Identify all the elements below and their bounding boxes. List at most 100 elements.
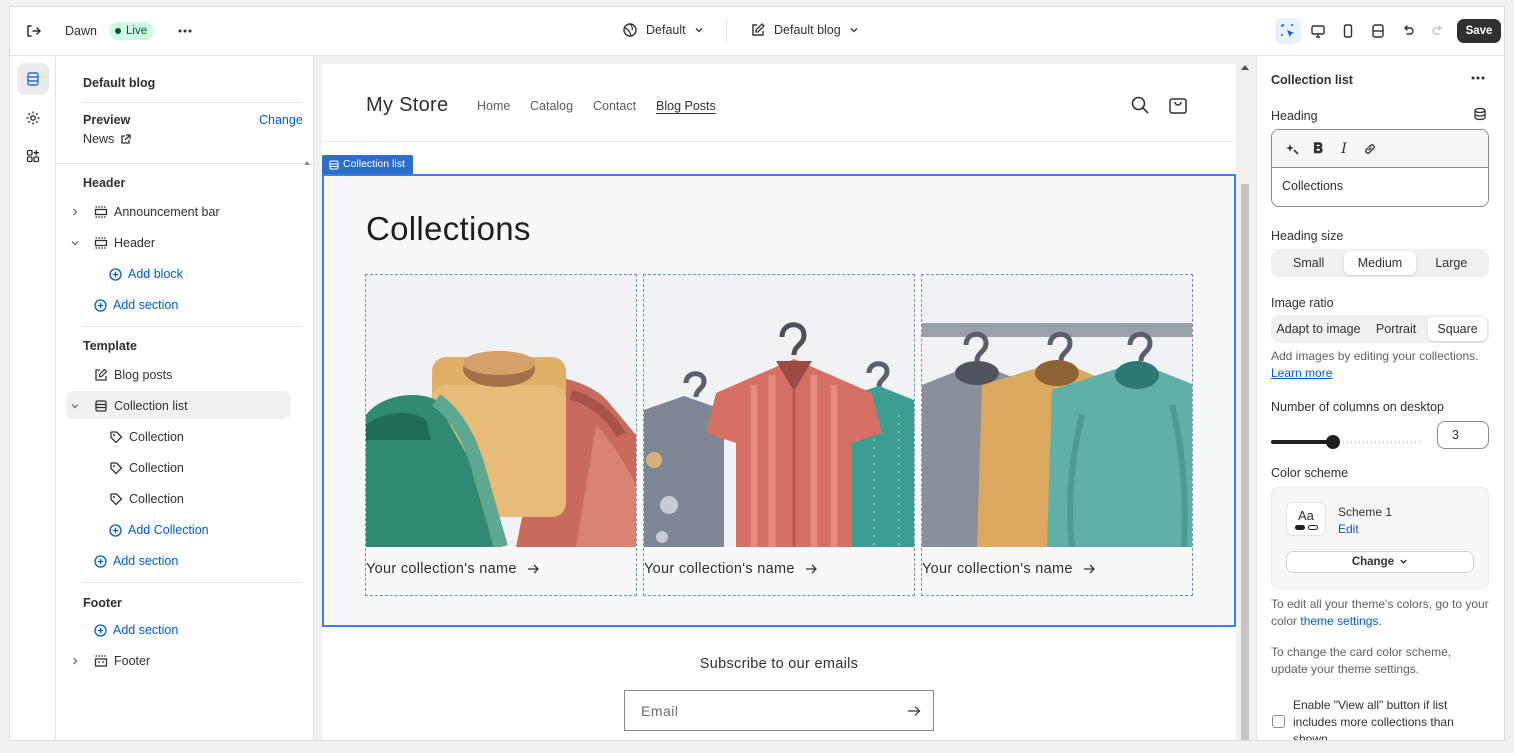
arrow-right-icon[interactable] [907, 704, 921, 718]
view-all-checkbox[interactable] [1272, 715, 1285, 728]
block-collection-2[interactable]: Collection [109, 459, 184, 477]
heading-size-small[interactable]: Small [1273, 251, 1344, 275]
nav-blog-posts[interactable]: Blog Posts [656, 99, 716, 113]
add-section-label: Add section [113, 554, 179, 568]
nav-catalog[interactable]: Catalog [530, 99, 573, 113]
chevron-down-icon [1400, 559, 1407, 564]
italic-button[interactable]: I [1333, 138, 1355, 160]
edit-page-icon [752, 23, 765, 36]
dynamic-source-icon[interactable] [1473, 107, 1487, 121]
chevron-right-icon[interactable] [70, 656, 80, 666]
redo-button[interactable] [1425, 18, 1451, 44]
collection-card[interactable]: Your collection's name [643, 274, 915, 596]
add-collection-label: Add Collection [128, 523, 209, 537]
image-ratio-help: Add images by editing your collections. … [1271, 348, 1491, 382]
sections-rail-button[interactable] [17, 63, 49, 95]
collection-card[interactable]: Your collection's name [921, 274, 1193, 596]
scheme-name: Scheme 1 [1338, 505, 1393, 519]
add-circle-icon [94, 554, 107, 568]
columns-slider[interactable] [1271, 434, 1423, 450]
columns-number-input[interactable]: 3 [1437, 421, 1489, 449]
add-section-footer-button[interactable]: Add section [94, 621, 178, 639]
add-collection-button[interactable]: Add Collection [109, 521, 209, 539]
color-scheme-picker: Aa Scheme 1 Edit Change [1271, 487, 1489, 589]
theme-settings-link[interactable]: theme settings. [1300, 614, 1381, 628]
section-label: Collection list [114, 399, 188, 413]
fullscreen-view-button[interactable] [1365, 18, 1391, 44]
preview-scrollbar[interactable] [1238, 56, 1252, 740]
more-actions-icon[interactable] [176, 22, 194, 40]
add-circle-icon [109, 523, 122, 537]
live-badge-label: Live [126, 25, 148, 37]
heading-size-medium[interactable]: Medium [1344, 251, 1416, 275]
add-block-label: Add block [128, 267, 183, 281]
block-collection-1[interactable]: Collection [109, 428, 184, 446]
scheme-change-button[interactable]: Change [1286, 551, 1474, 573]
chevron-down-icon[interactable] [70, 238, 80, 248]
link-button[interactable] [1359, 138, 1381, 160]
cart-icon[interactable] [1167, 94, 1189, 116]
collection-card[interactable]: Your collection's name [365, 274, 637, 596]
heading-size-large[interactable]: Large [1416, 251, 1487, 275]
change-preview-link[interactable]: Change [259, 113, 303, 127]
search-icon[interactable] [1130, 95, 1150, 115]
desktop-view-button[interactable] [1305, 18, 1331, 44]
ai-generate-button[interactable] [1281, 138, 1303, 160]
page-selector[interactable]: Default blog [750, 22, 859, 38]
nav-contact[interactable]: Contact [593, 99, 636, 113]
subscribe-heading: Subscribe to our emails [699, 656, 859, 672]
scroll-up-icon[interactable] [1241, 64, 1249, 70]
redo-icon [1432, 25, 1442, 35]
heading-size-segmented: Small Medium Large [1271, 249, 1489, 277]
template-selector-label: Default [646, 23, 686, 37]
section-announcement-bar[interactable]: Announcement bar [94, 203, 220, 221]
collection-name-label: Your collection's name [922, 561, 1073, 577]
section-footer[interactable]: Footer [94, 652, 150, 670]
chevron-right-icon[interactable] [70, 207, 80, 217]
scheme-edit-link[interactable]: Edit [1338, 522, 1359, 536]
scheme-swatch[interactable]: Aa [1286, 502, 1326, 536]
arrow-right-icon [1083, 564, 1095, 574]
section-blog-posts[interactable]: Blog posts [94, 366, 172, 384]
heading-size-label: Heading size [1271, 229, 1344, 243]
learn-more-link[interactable]: Learn more [1271, 366, 1332, 380]
section-label: Header [114, 236, 155, 250]
chevron-down-icon [850, 28, 858, 33]
page-selector-label: Default blog [774, 23, 841, 37]
collection-image [922, 275, 1192, 547]
apps-rail-button[interactable] [17, 140, 49, 172]
template-selector[interactable]: Default [622, 22, 704, 38]
theme-settings-rail-button[interactable] [17, 102, 49, 134]
email-input[interactable]: Email [624, 690, 934, 731]
heading-text-input[interactable]: Collections [1282, 179, 1343, 193]
save-button[interactable]: Save [1457, 19, 1501, 43]
scrollbar-thumb[interactable] [1241, 184, 1249, 740]
chevron-down-icon[interactable] [70, 401, 80, 411]
image-ratio-adapt[interactable]: Adapt to image [1273, 317, 1364, 341]
edit-page-icon [95, 368, 108, 381]
add-section-header-button[interactable]: Add section [94, 296, 178, 314]
slider-handle[interactable] [1326, 435, 1340, 449]
preview-value[interactable]: News [83, 132, 131, 146]
more-actions-icon[interactable] [1469, 71, 1487, 85]
mobile-view-button[interactable] [1335, 18, 1361, 44]
collection-card-name[interactable]: Your collection's name [366, 561, 539, 577]
block-collection-3[interactable]: Collection [109, 490, 184, 508]
undo-button[interactable] [1395, 18, 1421, 44]
section-header[interactable]: Header [94, 234, 155, 252]
scroll-up-icon[interactable] [304, 159, 310, 167]
section-collection-list[interactable]: Collection list [94, 397, 188, 415]
collection-card-name[interactable]: Your collection's name [922, 561, 1095, 577]
inspector-toggle-button[interactable] [1275, 18, 1301, 44]
add-block-button[interactable]: Add block [109, 265, 183, 283]
add-section-template-button[interactable]: Add section [94, 552, 178, 570]
bold-button[interactable]: 𝐁 [1307, 138, 1329, 160]
collection-list-section[interactable]: Collections Your collection's name Your … [322, 174, 1236, 627]
image-ratio-square[interactable]: Square [1428, 317, 1487, 341]
exit-icon[interactable] [24, 22, 42, 40]
image-ratio-portrait[interactable]: Portrait [1364, 317, 1428, 341]
section-label: Blog posts [114, 368, 173, 382]
collection-card-name[interactable]: Your collection's name [644, 561, 817, 577]
store-name[interactable]: My Store [366, 94, 448, 117]
nav-home[interactable]: Home [477, 99, 510, 113]
